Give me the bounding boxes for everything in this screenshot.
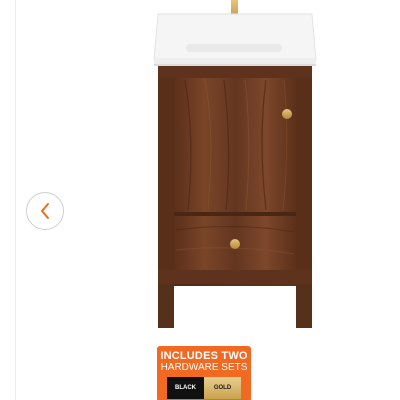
swatch-gold: GOLD <box>204 377 241 399</box>
previous-image-button[interactable] <box>26 192 64 230</box>
hardware-sets-badge: INCLUDES TWO HARDWARE SETS BLACK GOLD <box>157 346 251 400</box>
badge-headline: INCLUDES TWO <box>160 350 248 362</box>
chevron-left-icon <box>41 203 49 219</box>
hardware-swatches: BLACK GOLD <box>167 377 241 399</box>
badge-subheadline: HARDWARE SETS <box>160 362 248 373</box>
product-image-viewer: INCLUDES TWO HARDWARE SETS BLACK GOLD <box>0 0 400 400</box>
swatch-black: BLACK <box>167 377 204 399</box>
